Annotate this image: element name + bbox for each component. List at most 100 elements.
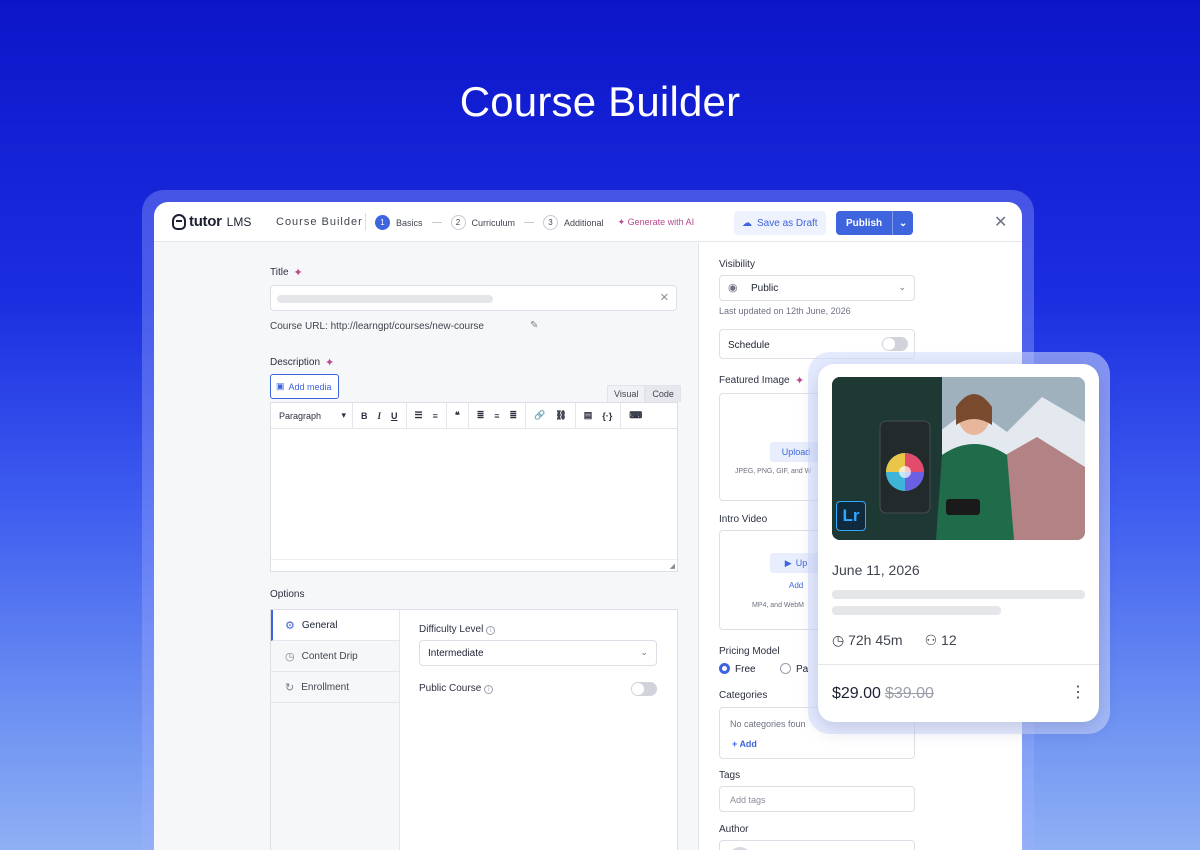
upload-video-label: Up <box>795 558 808 568</box>
step-connector <box>524 222 535 223</box>
last-updated: Last updated on 12th June, 2026 <box>719 306 851 316</box>
link-icon[interactable]: 🔗 <box>534 410 545 421</box>
step-3-number[interactable]: 3 <box>543 215 559 230</box>
italic-icon[interactable]: I <box>378 411 382 421</box>
read-more-icon[interactable]: ▤ <box>584 410 593 421</box>
step-1-number[interactable]: 1 <box>375 215 390 230</box>
options-nav: ⚙ General ◷ Content Drip ↻ Enrollment <box>271 610 400 850</box>
card-duration: 72h 45m <box>848 632 903 648</box>
editor-status-bar: ◢ <box>271 559 677 571</box>
keyboard-icon[interactable]: ⌨ <box>629 410 642 421</box>
more-options-icon[interactable]: ⋮ <box>1070 682 1086 702</box>
quote-icon[interactable]: ❝ <box>455 410 460 421</box>
chevron-down-icon[interactable]: ⌄ <box>892 211 913 235</box>
card-price-row: $29.00 $39.00 <box>832 685 934 703</box>
difficulty-value: Intermediate <box>428 647 484 659</box>
align-center-icon[interactable]: ≡ <box>494 411 499 421</box>
edit-icon[interactable]: ✎ <box>530 320 538 331</box>
unlink-icon[interactable]: ⛓ <box>555 410 566 421</box>
info-icon[interactable]: i <box>486 626 496 635</box>
info-icon[interactable]: i <box>484 685 494 694</box>
numbered-list-icon[interactable]: ≡ <box>433 411 438 421</box>
code-block-icon[interactable]: {·} <box>602 411 612 421</box>
public-course-toggle[interactable] <box>631 682 657 696</box>
tab-visual[interactable]: Visual <box>607 385 646 402</box>
video-icon: ▶ <box>784 557 792 568</box>
add-video-link[interactable]: Add <box>789 581 803 590</box>
radio-paid[interactable] <box>780 663 791 674</box>
description-editor[interactable]: Paragraph ▾ B I U ☰ ≡ ❝ ≣ ≡ ≣ 🔗 ⛓ ▤ {·} … <box>270 402 678 572</box>
logo-sub: LMS <box>226 214 252 229</box>
visibility-select[interactable]: ◉ Public ⌄ <box>719 275 915 301</box>
close-icon[interactable]: ✕ <box>994 212 1007 232</box>
sparkle-icon[interactable]: ✦ <box>325 356 334 369</box>
paragraph-label: Paragraph <box>279 410 322 421</box>
tab-content-drip[interactable]: ◷ Content Drip <box>271 641 399 672</box>
difficulty-select[interactable]: Intermediate ⌄ <box>419 640 657 666</box>
options-label: Options <box>270 589 305 600</box>
caret-down-icon: ▾ <box>341 410 346 420</box>
sparkle-icon[interactable]: ✦ <box>795 374 804 387</box>
tab-general[interactable]: ⚙ General <box>271 610 399 641</box>
editor-mode-tabs: Visual Code <box>607 385 681 402</box>
underline-icon[interactable]: U <box>391 411 398 421</box>
clear-icon[interactable]: ✕ <box>660 291 669 304</box>
step-connector <box>431 222 442 223</box>
radio-free[interactable] <box>719 663 730 674</box>
intro-video-label: Intro Video <box>719 514 768 525</box>
step-1-label[interactable]: Basics <box>396 218 423 228</box>
tab-enrollment[interactable]: ↻ Enrollment <box>271 672 399 703</box>
bold-icon[interactable]: B <box>361 411 368 421</box>
step-3-label[interactable]: Additional <box>564 218 604 228</box>
schedule-toggle[interactable] <box>882 337 908 351</box>
tab-general-label: General <box>301 619 338 631</box>
chevron-down-icon: ⌄ <box>898 282 906 292</box>
course-thumbnail: Lr <box>832 377 1085 540</box>
tab-code[interactable]: Code <box>645 385 681 402</box>
bullet-list-icon[interactable]: ☰ <box>415 410 423 421</box>
align-left-icon[interactable]: ≣ <box>477 410 485 421</box>
clock-icon: ◷ <box>832 632 845 648</box>
paragraph-select[interactable]: Paragraph ▾ <box>271 402 353 429</box>
card-divider <box>818 664 1099 665</box>
course-preview-card[interactable]: Lr June 11, 2026 ◷ 72h 45m ⚇ 12 $29.00 $3… <box>818 364 1099 722</box>
resize-handle-icon[interactable]: ◢ <box>670 562 675 570</box>
card-title-skeleton <box>832 590 1085 599</box>
publish-button[interactable]: Publish ⌄ <box>836 211 913 235</box>
add-media-button[interactable]: ▣ Add media <box>270 374 339 399</box>
featured-image-label: Featured Image <box>719 375 790 386</box>
tutor-logo[interactable]: tutor LMS <box>172 213 251 230</box>
card-price: $29.00 <box>832 685 881 702</box>
students-group: ⚇ 12 <box>925 632 957 649</box>
user-icon: ⚇ <box>924 632 938 648</box>
format-group: B I U <box>353 402 407 429</box>
step-nav: 1 Basics 2 Curriculum 3 Additional ✦ Gen… <box>375 215 694 230</box>
image-formats: JPEG, PNG, GIF, and W <box>735 468 812 475</box>
link-group: 🔗 ⛓ <box>526 402 576 429</box>
sparkle-icon[interactable]: ✦ <box>294 266 303 279</box>
pricing-free-option[interactable]: Free <box>719 663 756 675</box>
save-draft-button[interactable]: ☁ Save as Draft <box>734 211 826 235</box>
categories-label: Categories <box>719 690 768 701</box>
schedule-label: Schedule <box>728 340 770 351</box>
divider <box>365 213 366 231</box>
align-right-icon[interactable]: ≣ <box>510 410 518 421</box>
gear-icon: ⚙ <box>285 619 295 632</box>
builder-label: Course Builder <box>276 216 363 228</box>
add-category-button[interactable]: + Add <box>732 739 757 749</box>
title-input[interactable]: ✕ <box>270 285 677 311</box>
generate-ai-button[interactable]: ✦ Generate with AI <box>618 217 695 228</box>
plus-icon: + <box>732 739 738 749</box>
author-label: Author <box>719 824 749 835</box>
pricing-paid-option[interactable]: Pa <box>780 663 808 675</box>
editor-toolbar: Paragraph ▾ B I U ☰ ≡ ❝ ≣ ≡ ≣ 🔗 ⛓ ▤ {·} … <box>271 402 677 429</box>
public-course-label-row: Public Course i <box>419 683 494 694</box>
author-select[interactable] <box>719 840 915 850</box>
tags-input[interactable]: Add tags <box>719 786 915 812</box>
align-group: ≣ ≡ ≣ <box>469 402 527 429</box>
step-2-label[interactable]: Curriculum <box>472 218 516 228</box>
description-label-row: Description ✦ <box>270 356 334 369</box>
step-2-number[interactable]: 2 <box>450 215 466 230</box>
options-panel: ⚙ General ◷ Content Drip ↻ Enrollment Di… <box>270 609 678 850</box>
logo-text: tutor <box>189 213 222 230</box>
